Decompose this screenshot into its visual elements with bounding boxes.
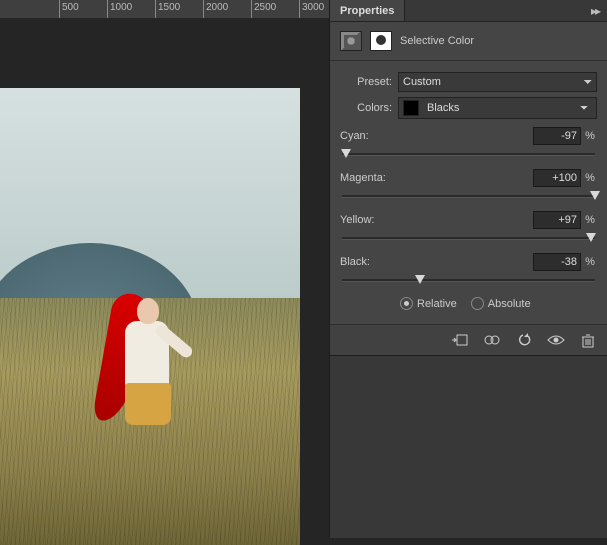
radio-unchecked-icon	[471, 297, 484, 310]
yellow-value-input[interactable]	[533, 211, 581, 229]
percent-sign: %	[583, 256, 597, 268]
cyan-label: Cyan:	[340, 130, 533, 142]
black-slider-thumb[interactable]	[415, 275, 425, 284]
properties-panel: Properties ▸▸ Selective Color Preset: Cu…	[329, 0, 607, 538]
black-value-input[interactable]	[533, 253, 581, 271]
color-swatch-black	[403, 100, 419, 116]
preset-select[interactable]: Custom	[398, 72, 597, 92]
black-label: Black:	[340, 256, 533, 268]
visibility-icon[interactable]	[547, 332, 565, 348]
magenta-value-input[interactable]	[533, 169, 581, 187]
adjustment-type-icon[interactable]	[340, 31, 362, 51]
yellow-slider[interactable]	[342, 231, 595, 245]
ruler-tick: 2000	[206, 2, 228, 13]
percent-sign: %	[583, 214, 597, 226]
cyan-slider[interactable]	[342, 147, 595, 161]
radio-checked-icon	[400, 297, 413, 310]
magenta-slider[interactable]	[342, 189, 595, 203]
collapse-panel-icon[interactable]: ▸▸	[583, 4, 607, 18]
colors-select[interactable]: Blacks	[423, 98, 592, 118]
tab-properties[interactable]: Properties	[330, 0, 405, 21]
mode-absolute-option[interactable]: Absolute	[471, 297, 531, 310]
reset-icon[interactable]	[515, 332, 533, 348]
magenta-slider-thumb[interactable]	[590, 191, 600, 200]
mode-absolute-label: Absolute	[488, 298, 531, 310]
clip-to-layer-icon[interactable]	[451, 332, 469, 348]
mode-relative-label: Relative	[417, 298, 457, 310]
panel-empty-area	[330, 356, 607, 538]
photo-preview	[0, 88, 300, 545]
mode-relative-option[interactable]: Relative	[400, 297, 457, 310]
yellow-slider-thumb[interactable]	[586, 233, 596, 242]
ruler-tick: 500	[62, 2, 79, 13]
document-canvas[interactable]	[0, 18, 330, 545]
colors-label: Colors:	[340, 102, 392, 114]
yellow-label: Yellow:	[340, 214, 533, 226]
subject-person	[103, 293, 183, 493]
ruler-tick: 1000	[110, 2, 132, 13]
black-slider[interactable]	[342, 273, 595, 287]
layer-mask-icon[interactable]	[370, 31, 392, 51]
cyan-value-input[interactable]	[533, 127, 581, 145]
percent-sign: %	[583, 130, 597, 142]
cyan-slider-thumb[interactable]	[341, 149, 351, 158]
tab-label: Properties	[340, 5, 394, 17]
ruler-tick: 3000	[302, 2, 324, 13]
percent-sign: %	[583, 172, 597, 184]
preset-label: Preset:	[340, 76, 392, 88]
ruler-tick: 1500	[158, 2, 180, 13]
delete-icon[interactable]	[579, 332, 597, 348]
magenta-label: Magenta:	[340, 172, 533, 184]
adjustment-title: Selective Color	[400, 35, 474, 47]
previous-state-icon[interactable]	[483, 332, 501, 348]
ruler-tick: 2500	[254, 2, 276, 13]
